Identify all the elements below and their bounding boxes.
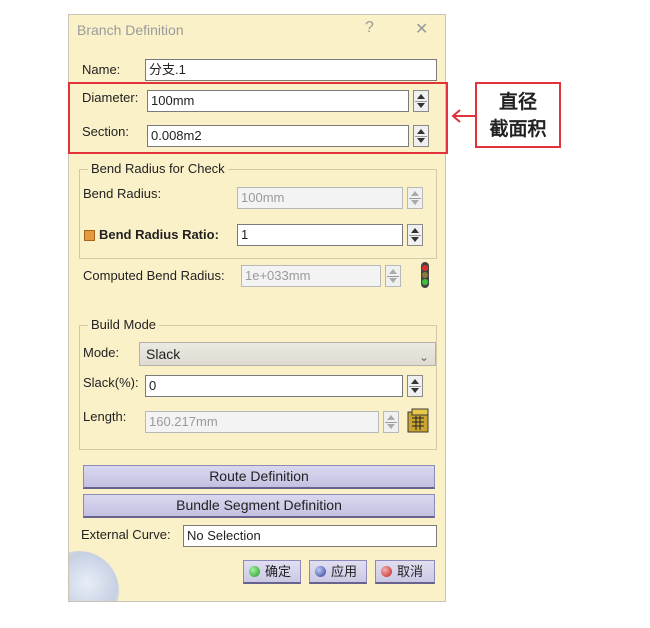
help-button[interactable]: ? [365, 19, 374, 37]
annotation-callout: 直径 截面积 [475, 82, 561, 148]
length-field: 160.217mm [145, 411, 379, 433]
bend-radius-ratio-label: Bend Radius Ratio: [99, 227, 219, 242]
bend-radius-label: Bend Radius: [83, 186, 162, 201]
ok-button-label: 确定 [265, 564, 292, 579]
corner-decoration [69, 551, 119, 601]
cancel-icon [381, 566, 392, 577]
bend-radius-spinner [407, 187, 423, 209]
length-spinner [383, 411, 399, 433]
apply-button[interactable]: 应用 [309, 560, 367, 584]
route-definition-button[interactable]: Route Definition [83, 465, 435, 489]
computed-bend-radius-field: 1e+033mm [241, 265, 381, 287]
status-light-icon [420, 262, 430, 288]
computed-bend-radius-spinner [385, 265, 401, 287]
external-curve-label: External Curve: [81, 527, 171, 542]
mode-select[interactable]: Slack ⌄ [139, 342, 436, 366]
chevron-down-icon: ⌄ [418, 350, 429, 364]
close-button[interactable]: ✕ [415, 19, 428, 39]
cancel-button-label: 取消 [397, 564, 424, 579]
slack-spinner[interactable] [407, 375, 423, 397]
mode-select-value: Slack [146, 346, 181, 362]
dialog-title: Branch Definition [77, 22, 184, 38]
bundle-segment-definition-button[interactable]: Bundle Segment Definition [83, 494, 435, 518]
title-bar: Branch Definition ? ✕ [69, 15, 445, 45]
build-mode-group-title: Build Mode [88, 317, 160, 332]
bend-radius-group-title: Bend Radius for Check [88, 161, 228, 176]
apply-icon [315, 566, 326, 577]
diameter-section-highlight [68, 82, 448, 154]
slack-label: Slack(%): [83, 375, 139, 390]
ok-button[interactable]: 确定 [243, 560, 301, 584]
spin-up-icon[interactable] [411, 379, 419, 384]
slack-field[interactable]: 0 [145, 375, 403, 397]
computed-bend-radius-label: Computed Bend Radius: [83, 268, 225, 283]
apply-button-label: 应用 [331, 564, 358, 579]
measure-icon[interactable] [406, 408, 432, 434]
ok-icon [249, 566, 260, 577]
name-field[interactable]: 分支.1 [145, 59, 437, 81]
bend-radius-field: 100mm [237, 187, 403, 209]
annotation-line-1: 直径 [498, 91, 537, 113]
spin-down-icon[interactable] [411, 388, 419, 393]
spin-up-icon[interactable] [411, 228, 419, 233]
mode-label: Mode: [83, 345, 120, 360]
bend-radius-ratio-field[interactable]: 1 [237, 224, 403, 246]
external-curve-field[interactable]: No Selection [183, 525, 437, 547]
cancel-button[interactable]: 取消 [375, 560, 435, 584]
arrow-left-icon [450, 109, 476, 123]
spin-down-icon[interactable] [411, 237, 419, 242]
length-label: Length: [83, 409, 127, 424]
ratio-option-icon[interactable] [84, 230, 95, 241]
bend-radius-ratio-spinner[interactable] [407, 224, 423, 246]
annotation-line-2: 截面积 [489, 118, 547, 140]
name-label: Name: [82, 62, 121, 77]
